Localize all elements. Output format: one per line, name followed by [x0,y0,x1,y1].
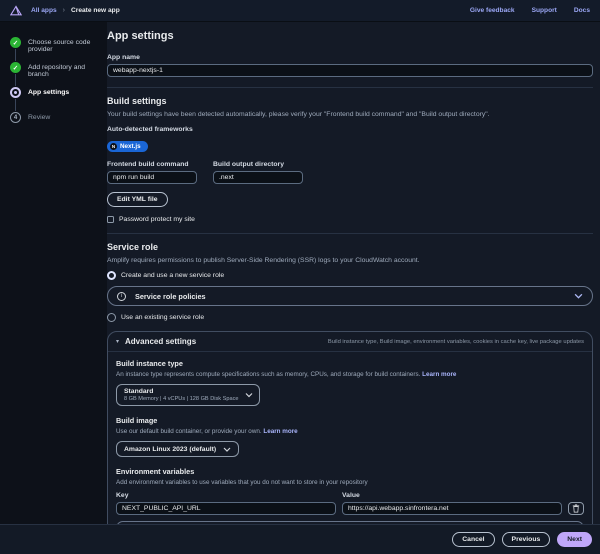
build-output-directory-label: Build output directory [213,161,303,168]
service-role-policies-expander[interactable]: i Service role policies [107,286,593,306]
build-output-directory-input[interactable] [213,171,303,184]
step-current-indicator [10,87,21,98]
build-image-description-text: Use our default build container, or prov… [116,428,262,435]
breadcrumb-separator-icon: › [63,7,65,14]
top-navigation-bar: All apps › Create new app Give feedback … [0,0,600,22]
env-value-label: Value [342,492,562,499]
env-key-label: Key [116,492,336,499]
amplify-logo-icon[interactable] [10,5,22,16]
nextjs-logo-icon: N [110,143,117,150]
step-label: Review [28,112,50,123]
next-button[interactable]: Next [557,532,592,547]
breadcrumb-current: Create new app [71,7,120,14]
step-add-repository[interactable]: ✓ Add repository and branch [10,62,103,87]
build-image-select[interactable]: Amazon Linux 2023 (default) [116,441,239,457]
create-service-role-radio-row[interactable]: Create and use a new service role [107,271,593,280]
support-link[interactable]: Support [532,7,557,14]
frontend-build-command-input[interactable] [107,171,197,184]
step-choose-source-provider[interactable]: ✓ Choose source code provider [10,37,103,62]
step-label: Add repository and branch [28,62,103,87]
build-settings-heading: Build settings [107,96,593,106]
step-connector [15,99,16,111]
build-image-selected: Amazon Linux 2023 (default) [124,446,216,453]
environment-variables-description: Add environment variables to use variabl… [116,479,584,486]
build-instance-type-select[interactable]: Standard 8 GB Memory | 4 vCPUs | 128 GB … [116,384,260,406]
password-protect-label: Password protect my site [119,216,195,223]
step-complete-check-icon: ✓ [10,62,21,73]
chevron-down-icon [245,393,253,398]
build-instance-description-text: An instance type represents compute spec… [116,371,420,378]
build-instance-type-description: An instance type represents compute spec… [116,371,584,378]
environment-variables-heading: Environment variables [116,467,584,476]
step-review[interactable]: 4 Review [10,112,103,123]
app-name-label: App name [107,54,593,61]
give-feedback-link[interactable]: Give feedback [470,7,515,14]
build-instance-selected-detail: 8 GB Memory | 4 vCPUs | 128 GB Disk Spac… [124,396,239,402]
trash-icon [572,504,580,513]
wizard-footer: Cancel Previous Next [0,524,600,554]
section-divider [107,233,593,234]
advanced-settings-title: Advanced settings [125,337,196,346]
breadcrumb-all-apps[interactable]: All apps [31,7,57,14]
step-label: Choose source code provider [28,37,103,62]
build-instance-selected: Standard [124,388,239,395]
service-role-policies-label: Service role policies [135,292,206,301]
previous-button[interactable]: Previous [502,532,551,547]
app-settings-form: App settings App name Build settings You… [107,22,600,524]
cancel-button[interactable]: Cancel [452,532,494,547]
build-image-description: Use our default build container, or prov… [116,428,584,435]
info-icon: i [117,292,126,301]
password-protect-checkbox-row[interactable]: Password protect my site [107,216,593,223]
step-app-settings[interactable]: App settings [10,87,103,112]
section-divider [107,87,593,88]
build-settings-description: Your build settings have been detected a… [107,111,593,118]
radio-selected-icon[interactable] [107,271,116,280]
existing-service-role-radio-row[interactable]: Use an existing service role [107,313,593,322]
step-connector [15,74,16,86]
build-instance-type-heading: Build instance type [116,359,584,368]
add-env-var-button[interactable]: + Add new [116,521,584,524]
app-name-input[interactable] [107,64,593,77]
build-image-learn-more-link[interactable]: Learn more [263,428,297,435]
wizard-steps-sidebar: ✓ Choose source code provider ✓ Add repo… [0,22,107,524]
service-role-description: Amplify requires permissions to publish … [107,257,593,264]
service-role-heading: Service role [107,242,593,252]
framework-badge-nextjs[interactable]: N Next.js [107,141,148,152]
advanced-settings-header[interactable]: ▾ Advanced settings Build instance type,… [108,332,592,352]
step-connector [15,49,16,61]
frameworks-label: Auto-detected frameworks [107,126,593,133]
chevron-down-icon [223,447,231,452]
env-var-row: Key Value [116,492,584,515]
topbar-utility-links: Give feedback Support Docs [470,7,590,14]
chevron-down-icon [574,293,583,299]
create-service-role-label: Create and use a new service role [121,272,224,279]
framework-badge-label: Next.js [120,143,141,150]
step-complete-check-icon: ✓ [10,37,21,48]
docs-link[interactable]: Docs [574,7,590,14]
advanced-settings-summary: Build instance type, Build image, enviro… [328,339,584,345]
page-title: App settings [107,30,593,42]
checkbox-icon[interactable] [107,216,114,223]
existing-service-role-label: Use an existing service role [121,314,204,321]
frontend-build-command-label: Frontend build command [107,161,197,168]
remove-env-var-button[interactable] [568,502,584,515]
edit-yml-button[interactable]: Edit YML file [107,192,168,207]
step-number: 4 [10,112,21,123]
radio-unselected-icon[interactable] [107,313,116,322]
step-label: App settings [28,87,69,112]
build-image-heading: Build image [116,416,584,425]
env-value-input[interactable] [342,502,562,515]
caret-down-icon: ▾ [116,338,119,345]
advanced-settings-panel: ▾ Advanced settings Build instance type,… [107,331,593,524]
env-key-input[interactable] [116,502,336,515]
build-instance-learn-more-link[interactable]: Learn more [422,371,456,378]
